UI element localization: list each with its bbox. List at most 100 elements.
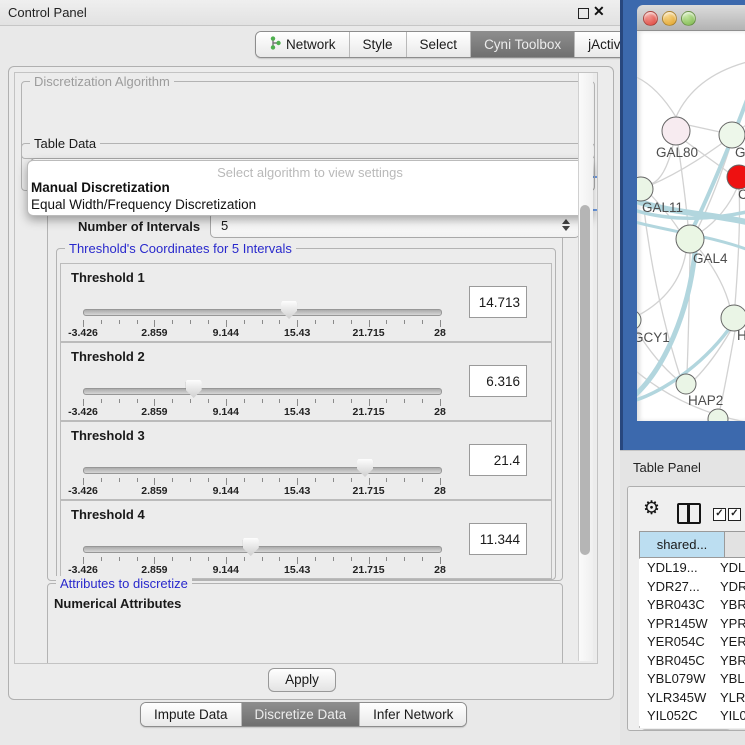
- minimize-traffic-light-icon[interactable]: [662, 11, 677, 26]
- threshold-label: Threshold 1: [71, 270, 145, 285]
- network-node[interactable]: [708, 409, 728, 421]
- tick-mark: [297, 320, 298, 327]
- tick-label: 15.43: [284, 564, 310, 576]
- slider-thumb[interactable]: [357, 459, 373, 477]
- menu-item-manual-discretization[interactable]: Manual Discretization: [31, 180, 170, 195]
- network-node-hap2[interactable]: [676, 374, 696, 394]
- tick-mark: [369, 557, 370, 564]
- network-canvas[interactable]: GAL80GCGAL11GAL4GCY1HHAP2: [637, 31, 745, 421]
- control-panel-titlebar: [0, 0, 620, 26]
- slider-track[interactable]: [83, 546, 442, 553]
- slider-thumb[interactable]: [186, 380, 202, 398]
- columns-icon[interactable]: [677, 503, 701, 524]
- cell-name: YBR0: [720, 653, 745, 668]
- table-row[interactable]: YLR345WYLR3: [639, 689, 745, 708]
- screen: Control Panel ✕ Network Style Select Cyni T…: [0, 0, 745, 745]
- threshold-value-field[interactable]: 11.344: [469, 523, 527, 555]
- column-header-name[interactable]: n: [724, 531, 745, 558]
- table-row[interactable]: YDL19...YDL1: [639, 559, 745, 578]
- tick-mark: [208, 478, 209, 482]
- tab-label: Select: [420, 37, 458, 52]
- threshold-rows: Threshold 1-3.4262.8599.14415.4321.71528…: [57, 249, 555, 579]
- table-row[interactable]: YER054CYER0: [639, 633, 745, 652]
- slider-thumb[interactable]: [281, 301, 297, 319]
- network-node-gal4[interactable]: [676, 225, 704, 253]
- network-graph: GAL80GCGAL11GAL4GCY1HHAP2: [637, 31, 745, 421]
- interval-definition-group: Interval Definition Number of Intervals …: [47, 191, 563, 581]
- tick-label: 9.144: [213, 485, 239, 497]
- network-node-c[interactable]: [727, 165, 745, 189]
- tab-cyni-toolbox[interactable]: Cyni Toolbox: [470, 32, 574, 57]
- node-label: C: [738, 187, 745, 202]
- table-h-scrollbar-thumb[interactable]: [640, 729, 732, 731]
- tick-mark: [119, 557, 120, 561]
- close-icon[interactable]: ✕: [593, 3, 605, 20]
- tick-mark: [422, 478, 423, 482]
- table-row[interactable]: YBL079WYBL0: [639, 670, 745, 689]
- tick-label: 21.715: [353, 406, 385, 418]
- slider-thumb[interactable]: [243, 538, 259, 556]
- tick-label: 28: [434, 564, 446, 576]
- tick-mark: [172, 557, 173, 561]
- table-row[interactable]: YPR145WYPR1: [639, 615, 745, 634]
- cell-shared-name: YIL052C: [647, 708, 698, 723]
- checkbox-icon[interactable]: ✓: [713, 508, 726, 521]
- slider-track[interactable]: [83, 388, 442, 395]
- tick-mark: [279, 399, 280, 403]
- tab-impute-data[interactable]: Impute Data: [141, 703, 241, 726]
- slider-track[interactable]: [83, 309, 442, 316]
- table-row[interactable]: YBR043CYBR0: [639, 596, 745, 615]
- attributes-group-title: Attributes to discretize: [56, 576, 192, 591]
- table-row[interactable]: YIL052CYIL0: [639, 707, 745, 726]
- algorithm-dropdown-popup: Select algorithm to view settings Manual…: [27, 160, 593, 216]
- tick-mark: [101, 478, 102, 482]
- tab-infer-network[interactable]: Infer Network: [359, 703, 466, 726]
- apply-button[interactable]: Apply: [268, 668, 336, 692]
- float-icon[interactable]: [578, 8, 589, 19]
- close-traffic-light-icon[interactable]: [643, 11, 658, 26]
- network-node-gal11[interactable]: [637, 177, 653, 201]
- tick-mark: [351, 557, 352, 561]
- cell-shared-name: YER054C: [647, 634, 705, 649]
- threshold-value-field[interactable]: 6.316: [469, 365, 527, 397]
- network-edge: [688, 125, 720, 132]
- tick-mark: [279, 557, 280, 561]
- tab-select[interactable]: Select: [406, 32, 471, 57]
- tab-network[interactable]: Network: [256, 32, 349, 57]
- tab-label: Network: [286, 37, 336, 52]
- network-window-titlebar: [637, 5, 745, 31]
- panel-scrollbar-thumb[interactable]: [580, 205, 590, 555]
- threshold-value-field[interactable]: 14.713: [469, 286, 527, 318]
- tick-mark: [190, 557, 191, 561]
- network-node-gcy1[interactable]: [637, 310, 641, 330]
- table-row[interactable]: YBR045C YBR0: [639, 652, 745, 671]
- tick-mark: [386, 399, 387, 403]
- tab-style[interactable]: Style: [349, 32, 406, 57]
- gear-icon[interactable]: ⚙: [643, 499, 660, 518]
- tick-mark: [422, 320, 423, 324]
- thresholds-group: Threshold's Coordinates for 5 Intervals …: [56, 248, 556, 580]
- cell-shared-name: YBR045C: [647, 653, 705, 668]
- tab-label: Style: [363, 37, 393, 52]
- menu-item-equal-width-discretization[interactable]: Equal Width/Frequency Discretization: [31, 197, 256, 212]
- algorithm-group-title: Discretization Algorithm: [30, 74, 174, 89]
- column-header-shared-name[interactable]: shared...: [639, 531, 725, 558]
- tick-mark: [154, 320, 155, 327]
- checkbox-icon[interactable]: ✓: [728, 508, 741, 521]
- threshold-value-field[interactable]: 21.4: [469, 444, 527, 476]
- zoom-traffic-light-icon[interactable]: [681, 11, 696, 26]
- network-node-gal80[interactable]: [662, 117, 690, 145]
- tick-label: 2.859: [141, 406, 167, 418]
- table-row[interactable]: YDR27...YDR2: [639, 578, 745, 597]
- slider-track[interactable]: [83, 467, 442, 474]
- tick-mark: [333, 399, 334, 403]
- table-h-scrollbar[interactable]: [640, 729, 745, 731]
- cell-shared-name: YBR043C: [647, 597, 705, 612]
- tick-mark: [333, 320, 334, 324]
- tick-mark: [101, 399, 102, 403]
- network-edge: [694, 330, 731, 380]
- panel-title: Control Panel: [8, 5, 87, 20]
- tab-discretize-data[interactable]: Discretize Data: [241, 703, 360, 726]
- tick-mark: [369, 320, 370, 327]
- tick-label: 9.144: [213, 564, 239, 576]
